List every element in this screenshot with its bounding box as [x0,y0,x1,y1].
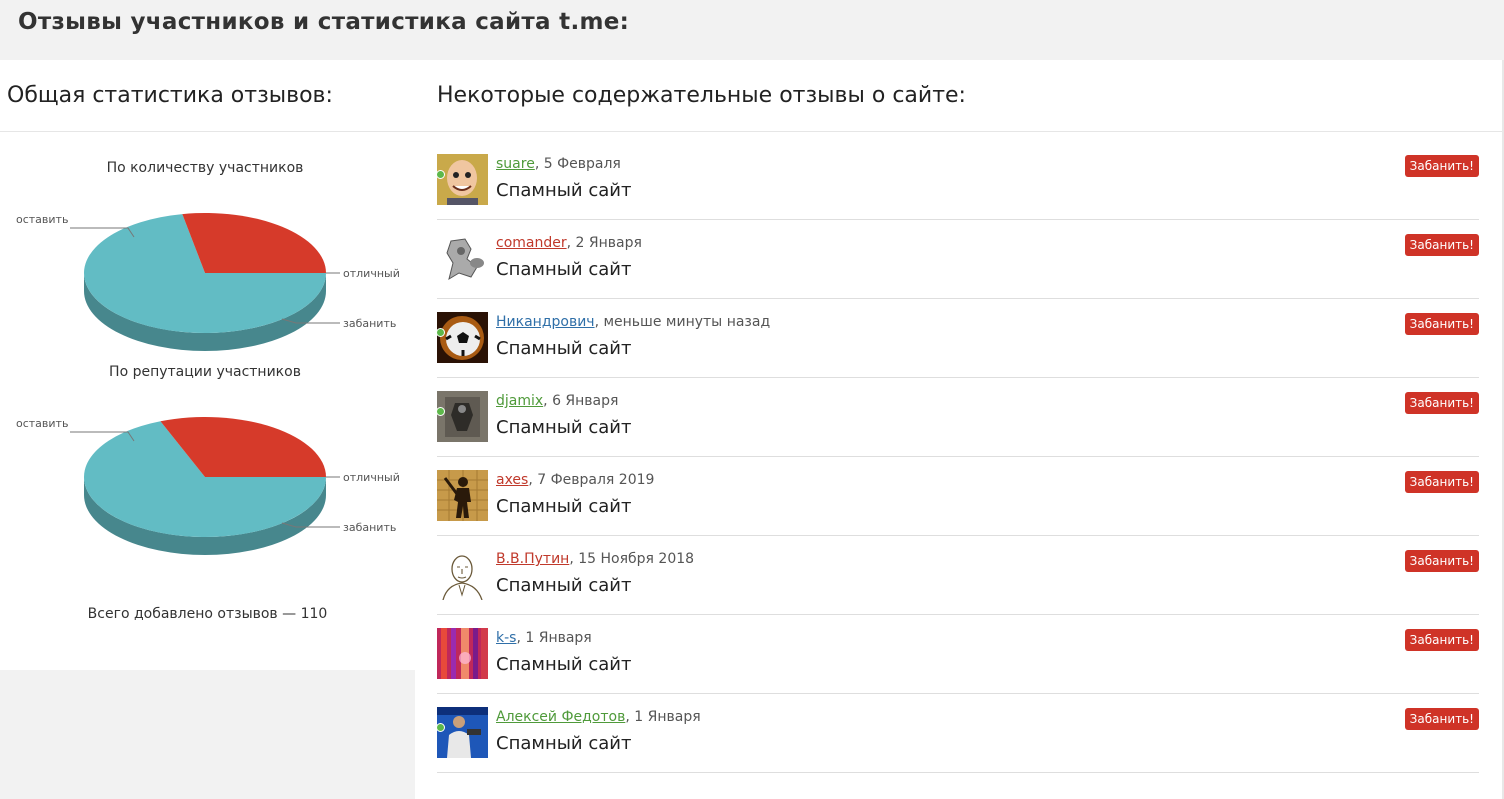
review-date: , 15 Ноября 2018 [569,551,695,567]
online-status-indicator [436,328,445,337]
avatar[interactable] [437,312,488,363]
review-item: comander, 2 Января Спамный сайт Забанить… [437,219,1479,299]
avatar[interactable] [437,391,488,442]
ban-button[interactable]: Забанить! [1404,629,1479,651]
divider [415,131,1502,132]
avatar[interactable] [437,707,488,758]
review-meta: suare, 5 Февраля [496,156,621,172]
review-date: , 7 Февраля 2019 [528,472,655,488]
review-text: Спамный сайт [496,496,632,517]
slice-label: забанить [343,521,396,534]
review-text: Спамный сайт [496,654,632,675]
avatar[interactable] [437,549,488,600]
review-date: , 1 Января [516,630,592,646]
slice-label: оставить [16,213,68,226]
review-text: Спамный сайт [496,180,632,201]
avatar[interactable] [437,628,488,679]
review-item: suare, 5 Февраля Спамный сайт Забанить! [436,140,1479,220]
ban-button[interactable]: Забанить! [1404,471,1479,493]
review-meta: axes, 7 Февраля 2019 [496,472,654,488]
review-meta: Алексей Федотов, 1 Января [496,709,701,725]
ban-button[interactable]: Забанить! [1404,550,1479,572]
slice-label: отличный [343,471,400,484]
review-text: Спамный сайт [496,575,632,596]
review-item: В.В.Путин, 15 Ноября 2018 Спамный сайт З… [437,535,1479,615]
review-item: k-s, 1 Января Спамный сайт Забанить! [437,614,1479,694]
review-meta: djamix, 6 Января [496,393,618,409]
avatar[interactable] [437,470,488,521]
ban-button[interactable]: Забанить! [1404,313,1479,335]
reviews-title: Некоторые содержательные отзывы о сайте: [437,83,966,108]
ban-button[interactable]: Забанить! [1404,392,1479,414]
user-link[interactable]: comander [496,235,567,251]
review-text: Спамный сайт [496,417,632,438]
slice-label: забанить [343,317,396,330]
ban-button[interactable]: Забанить! [1404,234,1479,256]
avatar[interactable] [437,154,488,205]
user-link[interactable]: axes [496,472,528,488]
review-text: Спамный сайт [496,733,632,754]
review-item: Никандрович, меньше минуты назад Спамный… [436,298,1479,378]
user-link[interactable]: В.В.Путин [496,551,569,567]
slice-label: оставить [16,417,68,430]
total-reviews: Всего добавлено отзывов — 110 [87,606,328,622]
review-date: , 2 Января [566,235,642,251]
review-meta: В.В.Путин, 15 Ноября 2018 [496,551,694,567]
review-item: axes, 7 Февраля 2019 Спамный сайт Забани… [437,456,1479,536]
review-date: , меньше минуты назад [594,314,771,330]
stats-panel: Общая статистика отзывов: По количеству … [0,60,415,670]
review-item: Алексей Федотов, 1 Января Спамный сайт З… [436,693,1479,773]
user-link[interactable]: k-s [496,630,516,646]
review-meta: comander, 2 Января [496,235,642,251]
chart-title: По количеству участников [107,160,304,176]
review-text: Спамный сайт [496,259,632,280]
reviews-panel: Некоторые содержательные отзывы о сайте:… [415,60,1502,799]
avatar[interactable] [437,233,488,284]
pie-slice [182,213,326,273]
page-title: Отзывы участников и статистика сайта t.m… [18,9,630,35]
online-status-indicator [436,723,445,732]
review-meta: Никандрович, меньше минуты назад [496,314,770,330]
ban-button[interactable]: Забанить! [1404,155,1479,177]
review-date: , 5 Февраля [534,156,621,172]
user-link[interactable]: djamix [496,393,543,409]
user-link[interactable]: Алексей Федотов [496,709,625,725]
review-item: djamix, 6 Января Спамный сайт Забанить! [436,377,1479,457]
ban-button[interactable]: Забанить! [1404,708,1479,730]
user-link[interactable]: suare [496,156,535,172]
slice-label: отличный [343,267,400,280]
review-text: Спамный сайт [496,338,632,359]
user-link[interactable]: Никандрович [496,314,595,330]
pie-charts: По количеству участников оставить отличный… [16,160,400,555]
page-header: Отзывы участников и статистика сайта t.m… [0,0,1504,60]
chart-title: По репутации участников [109,364,301,380]
review-meta: k-s, 1 Января [496,630,592,646]
review-date: , 6 Января [543,393,619,409]
review-date: , 1 Января [625,709,701,725]
online-status-indicator [436,407,445,416]
online-status-indicator [436,170,445,179]
